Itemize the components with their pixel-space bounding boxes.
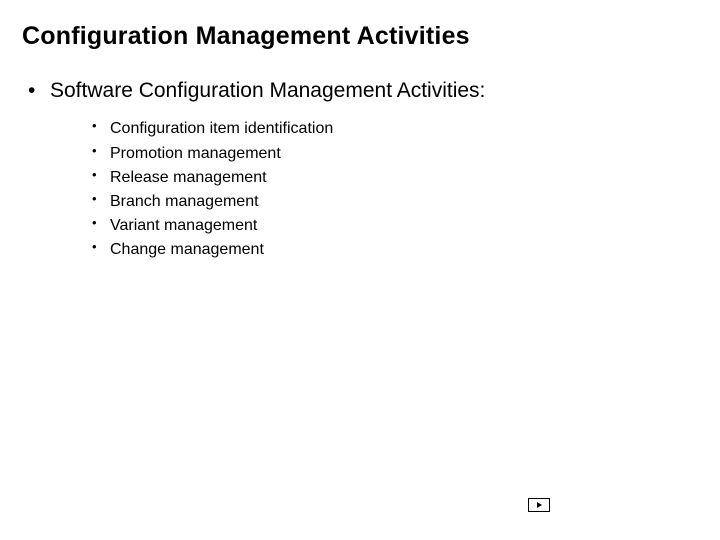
- slide: Configuration Management Activities Soft…: [0, 0, 720, 540]
- list-item: Promotion management: [92, 142, 698, 165]
- play-icon: [528, 498, 550, 512]
- list-item: Release management: [92, 166, 698, 189]
- bullet-level1: Software Configuration Management Activi…: [22, 77, 698, 105]
- list-item: Variant management: [92, 214, 698, 237]
- sub-bullet-list: Configuration item identification Promot…: [22, 117, 698, 261]
- list-item: Change management: [92, 238, 698, 261]
- list-item: Branch management: [92, 190, 698, 213]
- slide-title: Configuration Management Activities: [22, 22, 698, 51]
- list-item: Configuration item identification: [92, 117, 698, 140]
